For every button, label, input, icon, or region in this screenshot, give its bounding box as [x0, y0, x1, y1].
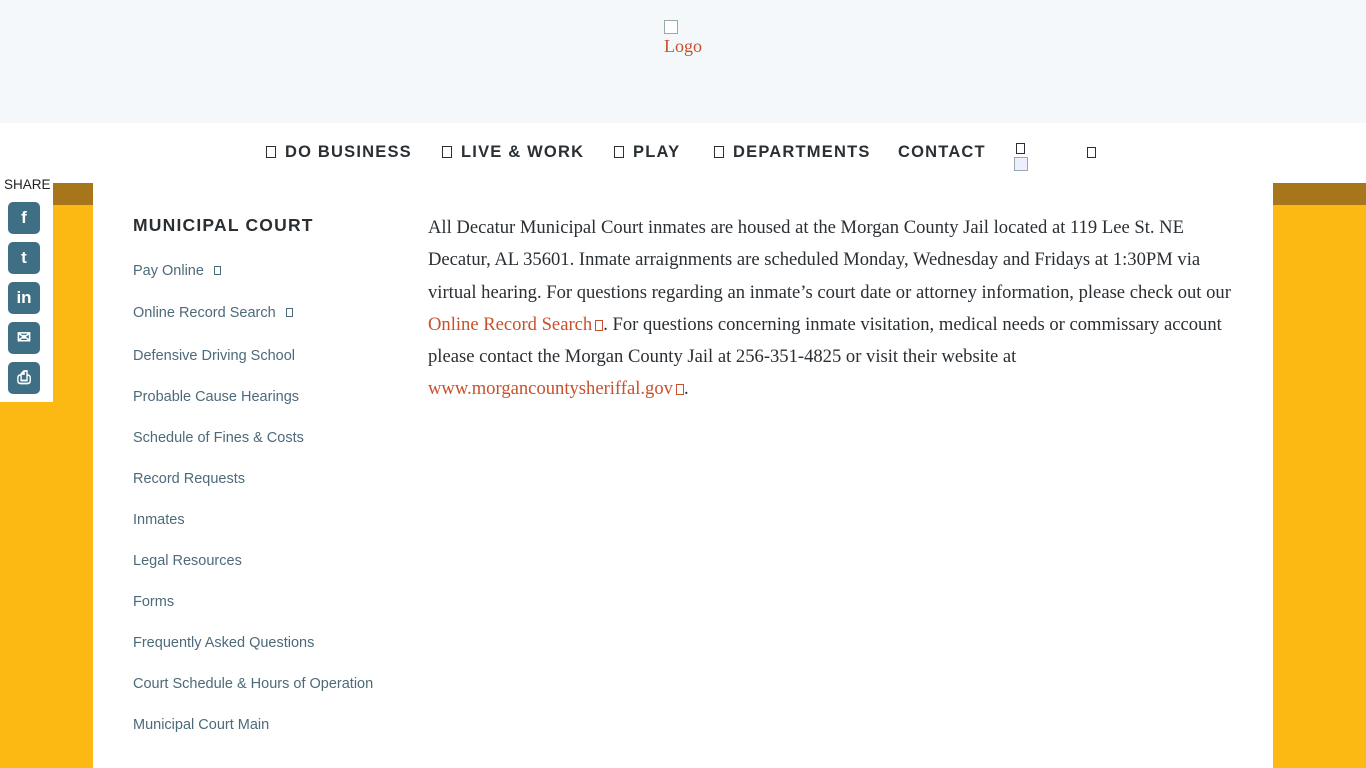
sidebar-link-record-requests[interactable]: Record Requests [133, 471, 245, 487]
broken-image-icon [664, 20, 678, 34]
sidebar-link-municipal-court-main[interactable]: Municipal Court Main [133, 717, 269, 733]
external-link-icon [213, 266, 221, 275]
sidebar-link-fines-costs[interactable]: Schedule of Fines & Costs [133, 430, 304, 446]
logo-alt-text: Logo [664, 36, 702, 56]
nav-item-play[interactable]: PLAY [614, 143, 680, 162]
sidebar-link-pay-online[interactable]: Pay Online [133, 263, 221, 279]
inmates-body-text: All Decatur Municipal Court inmates are … [428, 217, 1231, 400]
site-header: Logo [0, 0, 1366, 123]
sidebar-link-probable-cause[interactable]: Probable Cause Hearings [133, 389, 299, 405]
main-nav: DO BUSINESS LIVE & WORK PLAY DEPARTMENTS… [0, 123, 1366, 183]
nav-item-contact[interactable]: CONTACT [898, 143, 986, 162]
twitter-share-button[interactable]: t [8, 242, 40, 274]
sidebar-link-online-record-search[interactable]: Online Record Search [133, 305, 293, 321]
linkedin-share-button[interactable]: in [8, 282, 40, 314]
sidebar-link-defensive-driving[interactable]: Defensive Driving School [133, 348, 295, 364]
facebook-share-button[interactable]: f [8, 202, 40, 234]
sidebar-link-inmates[interactable]: Inmates [133, 512, 185, 528]
broken-image-icon [1014, 157, 1028, 171]
share-bar: SHARE f t in ✉ ⎙ [0, 173, 53, 402]
share-label: SHARE [4, 177, 51, 192]
box-glyph-icon [266, 146, 276, 158]
sidebar-link-court-schedule[interactable]: Court Schedule & Hours of Operation [133, 676, 373, 692]
online-record-search-link[interactable]: Online Record Search [428, 314, 604, 335]
box-glyph-icon [614, 146, 624, 158]
language-toggle-icon[interactable] [1016, 143, 1025, 154]
box-glyph-icon [442, 146, 452, 158]
external-link-icon [675, 384, 684, 396]
nav-item-live-work[interactable]: LIVE & WORK [442, 143, 584, 162]
sheriff-website-link[interactable]: www.morgancountysheriffal.gov [428, 378, 684, 399]
sidebar-link-faq[interactable]: Frequently Asked Questions [133, 635, 314, 651]
right-accent-band [1273, 183, 1366, 768]
twitter-icon: t [21, 248, 27, 267]
logo[interactable]: Logo [664, 20, 702, 57]
email-share-button[interactable]: ✉ [8, 322, 40, 354]
search-icon[interactable] [1087, 147, 1096, 158]
external-link-icon [285, 308, 293, 317]
sidebar-link-forms[interactable]: Forms [133, 594, 174, 610]
linkedin-icon: in [16, 288, 32, 307]
nav-item-departments[interactable]: DEPARTMENTS [714, 143, 871, 162]
nav-item-do-business[interactable]: DO BUSINESS [266, 143, 412, 162]
print-share-button[interactable]: ⎙ [8, 362, 40, 394]
sidebar-link-legal-resources[interactable]: Legal Resources [133, 553, 242, 569]
box-glyph-icon [714, 146, 724, 158]
print-icon: ⎙ [17, 368, 31, 387]
band-shade [53, 183, 93, 205]
email-icon: ✉ [16, 328, 32, 347]
band-shade [1273, 183, 1366, 205]
language-flag-image[interactable] [1014, 157, 1046, 173]
sidebar-title: MUNICIPAL COURT [133, 215, 314, 235]
facebook-icon: f [21, 208, 27, 227]
external-link-icon [595, 319, 604, 331]
